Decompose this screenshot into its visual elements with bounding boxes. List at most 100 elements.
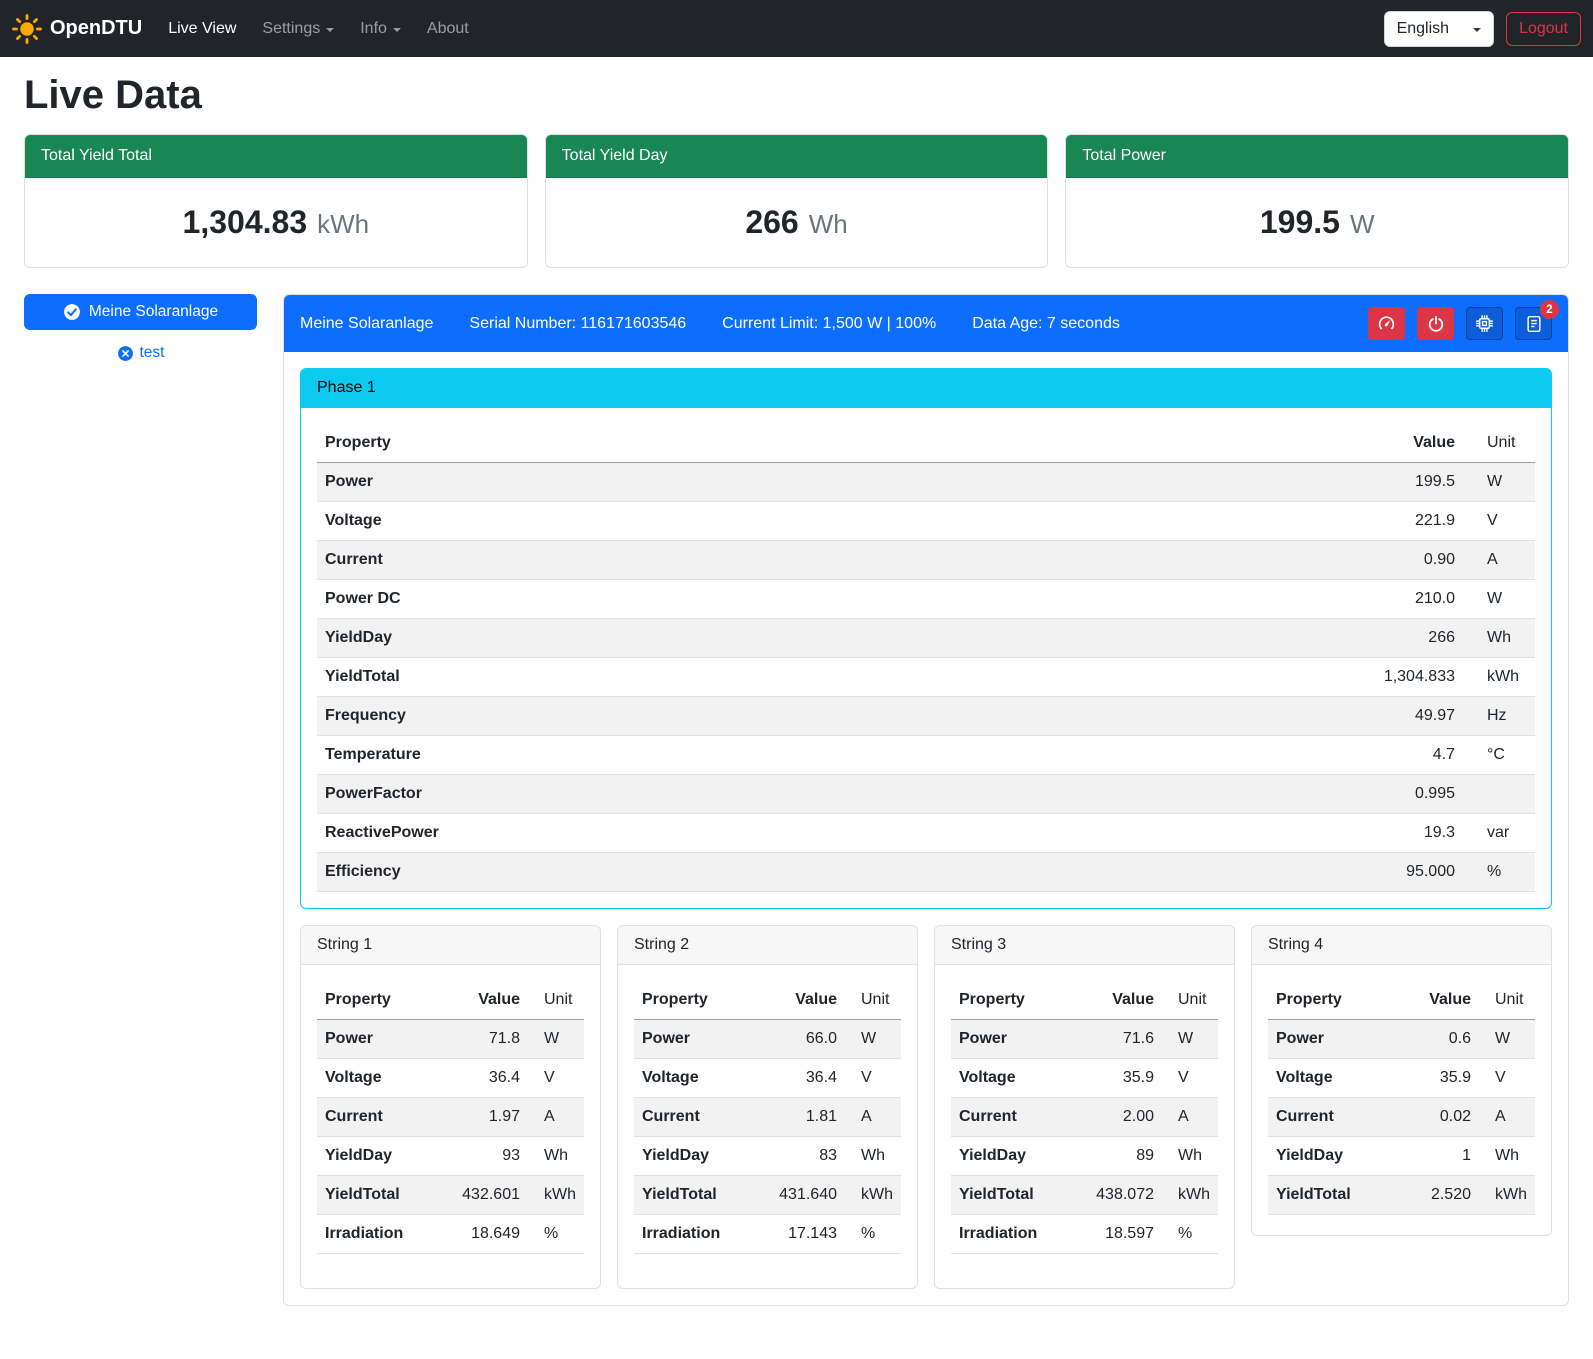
row-unit: A (1463, 541, 1535, 580)
row-unit (1463, 775, 1535, 814)
logout-button[interactable]: Logout (1506, 12, 1581, 46)
page-content: Live Data Total Yield Total 1,304.83 kWh… (0, 73, 1593, 1336)
inverter-panel-body: Phase 1 Property Value Unit (284, 352, 1568, 1305)
chevron-down-icon (1473, 28, 1481, 32)
power-button[interactable] (1417, 307, 1454, 340)
summary-card-unit: W (1350, 209, 1375, 240)
row-value: 89 (1069, 1137, 1162, 1176)
summary-card-title: Total Yield Total (25, 135, 527, 178)
row-property: Irradiation (634, 1215, 752, 1254)
col-header-property: Property (317, 424, 1003, 463)
row-unit: kWh (845, 1176, 901, 1215)
nav-about-label: About (427, 20, 469, 38)
row-value: 432.601 (435, 1176, 528, 1215)
table-header-row: Property Value Unit (951, 981, 1218, 1020)
row-unit: kWh (1479, 1176, 1535, 1215)
table-row: YieldTotal 1,304.833 kWh (317, 658, 1535, 697)
string-2-card: String 2 Property Value Unit (617, 925, 918, 1289)
table-row: Current 1.97 A (317, 1098, 584, 1137)
summary-card-body: 266 Wh (546, 178, 1048, 267)
table-row: YieldTotal 2.520 kWh (1268, 1176, 1535, 1215)
row-property: Power (634, 1020, 752, 1059)
row-property: Voltage (317, 502, 1003, 541)
table-row: Current 0.90 A (317, 541, 1535, 580)
row-unit: A (845, 1098, 901, 1137)
col-header-unit: Unit (1479, 981, 1535, 1020)
row-unit: V (1479, 1059, 1535, 1098)
row-property: YieldDay (951, 1137, 1069, 1176)
phase-card-title: Phase 1 (301, 369, 1551, 408)
limit-settings-button[interactable] (1368, 307, 1405, 340)
row-unit: V (845, 1059, 901, 1098)
col-header-unit: Unit (1162, 981, 1218, 1020)
event-log-button[interactable]: 2 (1515, 307, 1552, 340)
strings-row: String 1 Property Value Unit (300, 925, 1552, 1289)
table-header-row: Property Value Unit (634, 981, 901, 1020)
inverter-label: test (140, 344, 165, 362)
row-value: 199.5 (1003, 463, 1463, 502)
row-value: 1 (1397, 1137, 1479, 1176)
table-row: Voltage 35.9 V (1268, 1059, 1535, 1098)
row-property: YieldDay (317, 1137, 435, 1176)
inverter-data-age: Data Age: 7 seconds (972, 315, 1120, 333)
table-row: Voltage 36.4 V (634, 1059, 901, 1098)
inverter-select-meine-solaranlage[interactable]: Meine Solaranlage (24, 294, 257, 330)
summary-cards-row: Total Yield Total 1,304.83 kWh Total Yie… (24, 134, 1569, 268)
language-select[interactable]: English (1384, 11, 1494, 47)
row-property: Power DC (317, 580, 1003, 619)
row-unit: Wh (845, 1137, 901, 1176)
row-property: Irradiation (951, 1215, 1069, 1254)
inverter-panel-header: Meine Solaranlage Serial Number: 1161716… (284, 295, 1568, 352)
row-unit: V (1463, 502, 1535, 541)
row-value: 0.90 (1003, 541, 1463, 580)
summary-card-body: 199.5 W (1066, 178, 1568, 267)
summary-card-total-yield-total: Total Yield Total 1,304.83 kWh (24, 134, 528, 268)
row-property: Temperature (317, 736, 1003, 775)
nav-settings-dropdown[interactable]: Settings (254, 12, 342, 46)
row-property: Voltage (1268, 1059, 1397, 1098)
row-value: 83 (752, 1137, 845, 1176)
summary-card-body: 1,304.83 kWh (25, 178, 527, 267)
table-row: ReactivePower 19.3 var (317, 814, 1535, 853)
table-row: YieldDay 83 Wh (634, 1137, 901, 1176)
row-property: YieldDay (1268, 1137, 1397, 1176)
row-value: 0.995 (1003, 775, 1463, 814)
table-row: Power 71.8 W (317, 1020, 584, 1059)
string-card-body: Property Value Unit Power (618, 965, 917, 1288)
string-card-body: Property Value Unit Power (935, 965, 1234, 1288)
table-row: PowerFactor 0.995 (317, 775, 1535, 814)
x-circle-icon (117, 345, 134, 362)
col-header-value: Value (1397, 981, 1479, 1020)
table-row: YieldTotal 431.640 kWh (634, 1176, 901, 1215)
table-row: YieldDay 1 Wh (1268, 1137, 1535, 1176)
table-row: Temperature 4.7 °C (317, 736, 1535, 775)
row-value: 71.8 (435, 1020, 528, 1059)
row-value: 0.6 (1397, 1020, 1479, 1059)
device-info-button[interactable] (1466, 307, 1503, 340)
page-title: Live Data (24, 73, 1569, 118)
row-value: 35.9 (1397, 1059, 1479, 1098)
row-value: 221.9 (1003, 502, 1463, 541)
inverter-select-test[interactable]: test (117, 344, 165, 362)
string-table: Property Value Unit Power (1268, 981, 1535, 1215)
inverter-limit: Current Limit: 1,500 W | 100% (722, 315, 936, 333)
table-row: Power DC 210.0 W (317, 580, 1535, 619)
table-header-row: Property Value Unit (1268, 981, 1535, 1020)
summary-card-title: Total Power (1066, 135, 1568, 178)
nav-info-dropdown[interactable]: Info (352, 12, 409, 46)
row-unit: % (528, 1215, 584, 1254)
table-row: Voltage 36.4 V (317, 1059, 584, 1098)
row-unit: V (528, 1059, 584, 1098)
table-row: YieldTotal 432.601 kWh (317, 1176, 584, 1215)
nav-live-view[interactable]: Live View (160, 12, 244, 46)
table-row: YieldDay 266 Wh (317, 619, 1535, 658)
row-unit: Hz (1463, 697, 1535, 736)
string-card-body: Property Value Unit Power (301, 965, 600, 1288)
nav-about[interactable]: About (419, 12, 477, 46)
row-property: PowerFactor (317, 775, 1003, 814)
string-table: Property Value Unit Power (951, 981, 1218, 1254)
row-property: YieldTotal (951, 1176, 1069, 1215)
sun-icon (12, 14, 42, 44)
row-unit: °C (1463, 736, 1535, 775)
brand-link[interactable]: OpenDTU (12, 14, 142, 44)
